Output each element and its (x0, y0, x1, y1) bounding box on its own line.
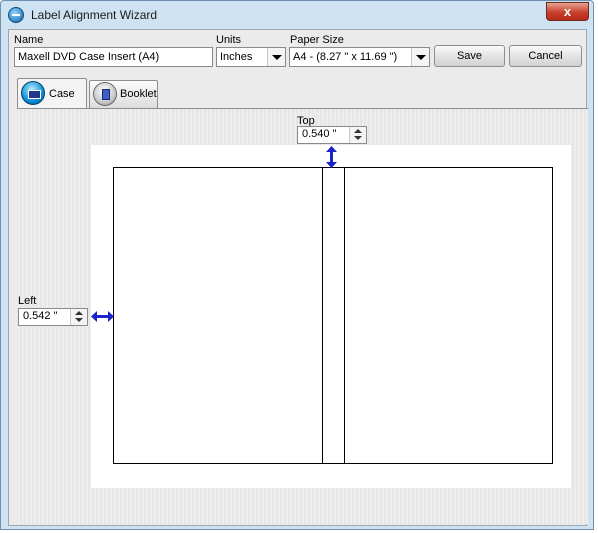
units-label: Units (216, 34, 242, 46)
tab-booklet[interactable]: Booklet (89, 80, 158, 108)
tab-booklet-label: Booklet (120, 88, 157, 100)
chevron-down-icon[interactable] (267, 48, 285, 66)
name-input[interactable]: Maxell DVD Case Insert (A4) (14, 47, 213, 67)
chevron-down-icon[interactable] (411, 48, 429, 66)
left-offset-stepper[interactable]: 0.542 " (18, 308, 88, 326)
top-offset-value[interactable]: 0.540 " (302, 128, 337, 140)
tab-case[interactable]: Case (17, 78, 87, 109)
units-select[interactable]: Inches (216, 47, 286, 67)
paper-size-select[interactable]: A4 - (8.27 " x 11.69 ") (289, 47, 430, 67)
cancel-button[interactable]: Cancel (509, 45, 582, 67)
dvd-case-icon (21, 81, 45, 105)
decrement-icon[interactable] (354, 136, 362, 140)
vertical-offset-arrow-icon[interactable] (325, 146, 338, 168)
paper-size-value: A4 - (8.27 " x 11.69 ") (293, 51, 398, 63)
close-button[interactable]: x (546, 2, 589, 21)
save-button[interactable]: Save (434, 45, 505, 67)
case-spine (322, 167, 345, 464)
app-icon (8, 7, 24, 23)
left-offset-spin-buttons[interactable] (70, 309, 87, 325)
paper-preview (91, 145, 571, 488)
top-offset-spin-buttons[interactable] (349, 127, 366, 143)
top-offset-stepper[interactable]: 0.540 " (297, 126, 367, 144)
window-title: Label Alignment Wizard (31, 8, 158, 22)
units-value: Inches (220, 51, 253, 63)
tab-case-label: Case (49, 88, 75, 100)
increment-icon[interactable] (354, 129, 362, 133)
booklet-icon (93, 82, 117, 106)
left-offset-value[interactable]: 0.542 " (23, 310, 58, 322)
left-offset-label: Left (18, 295, 37, 307)
decrement-icon[interactable] (75, 318, 83, 322)
increment-icon[interactable] (75, 311, 83, 315)
name-label: Name (14, 34, 44, 46)
paper-size-label: Paper Size (290, 34, 344, 46)
title-bar[interactable]: Label Alignment Wizard x (1, 1, 593, 29)
horizontal-offset-arrow-icon[interactable] (91, 310, 114, 323)
case-label-outline (113, 167, 553, 464)
